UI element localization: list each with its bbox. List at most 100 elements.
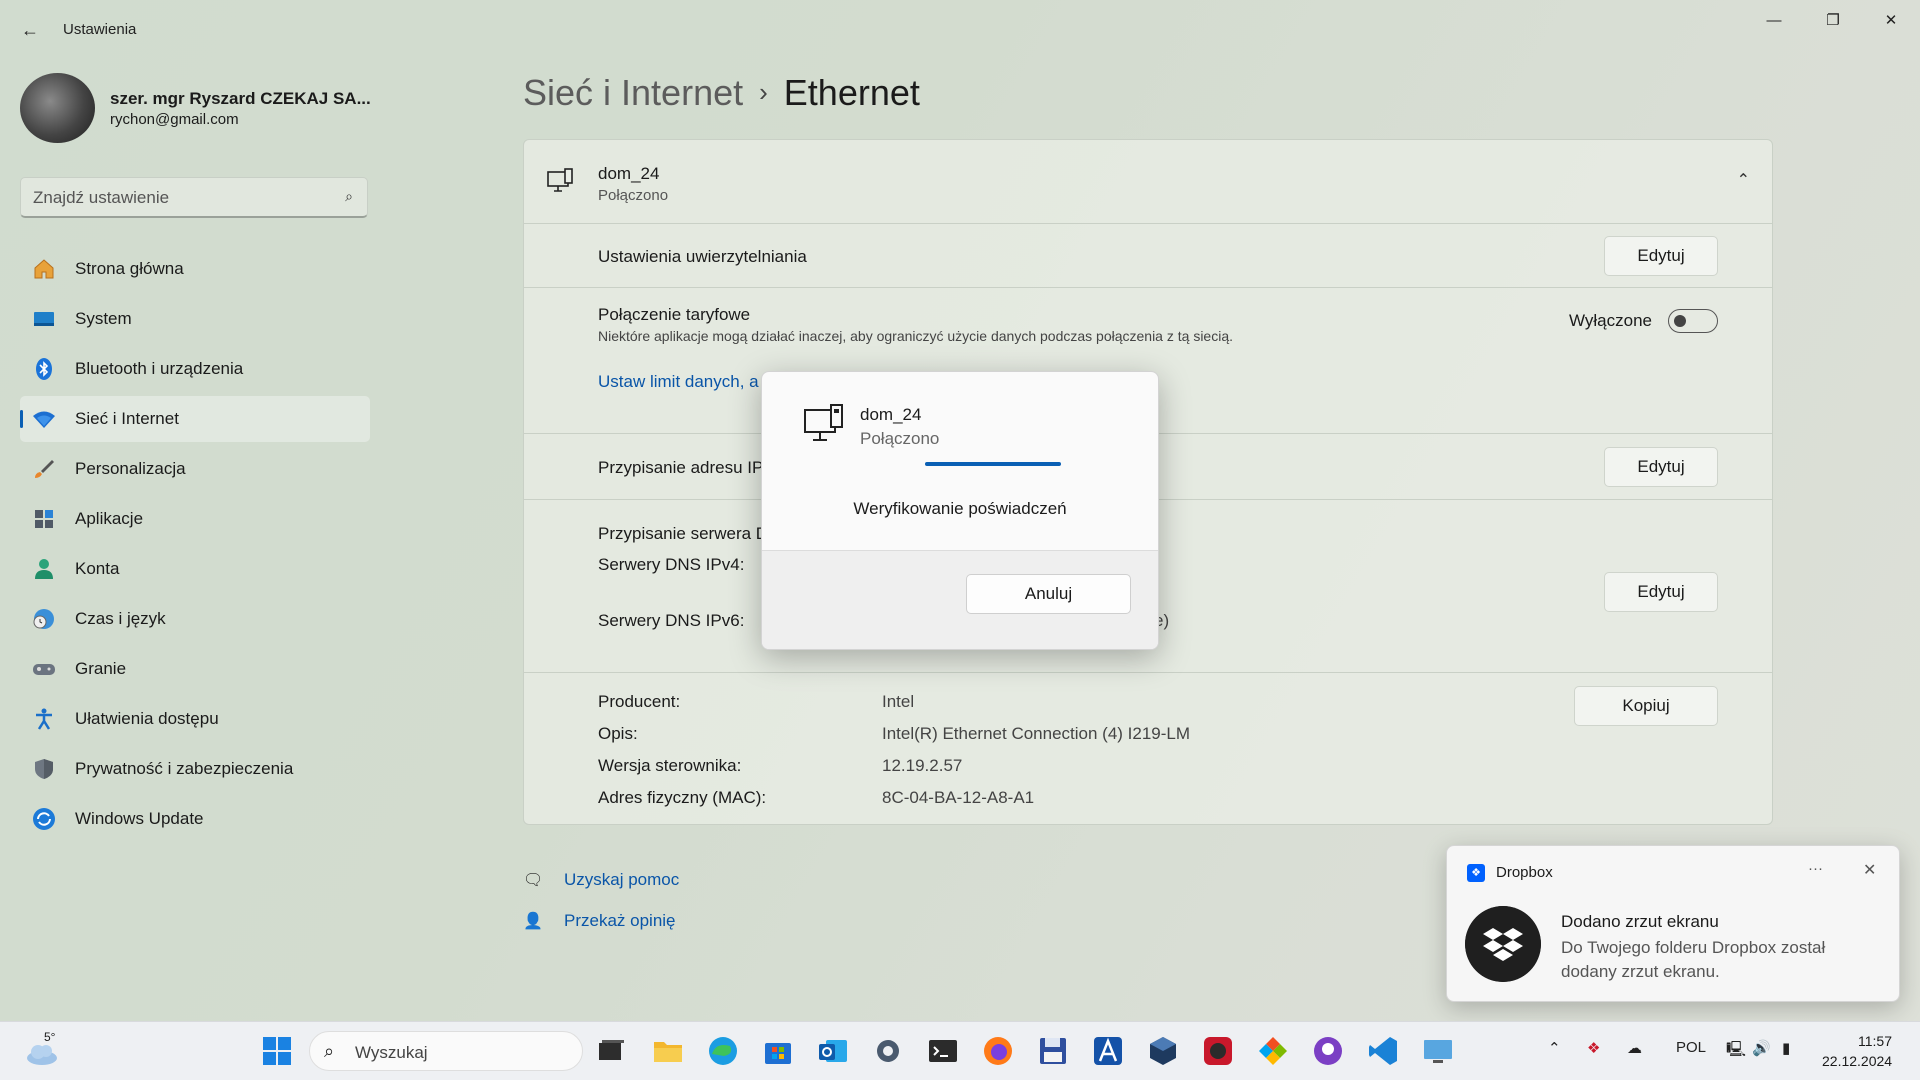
github-icon[interactable] [1311, 1034, 1345, 1068]
sidebar-item-label: Ułatwienia dostępu [75, 709, 219, 728]
sidebar-item-time-language[interactable]: Czas i język [20, 596, 370, 642]
save-app-icon[interactable] [1036, 1034, 1070, 1068]
outlook-icon[interactable] [816, 1034, 850, 1068]
clock-time[interactable]: 11:57 [1858, 1033, 1892, 1049]
task-view-icon[interactable] [593, 1034, 627, 1068]
user-name: szer. mgr Ryszard CZEKAJ SA... [110, 89, 371, 108]
feedback-icon: 👤 [523, 913, 543, 930]
app-gems-icon[interactable] [1256, 1034, 1290, 1068]
sidebar-item-label: Prywatność i zabezpieczenia [75, 759, 294, 778]
battery-icon[interactable]: ▮ [1782, 1039, 1790, 1057]
network-wired-icon[interactable]: 🖳 [1726, 1039, 1746, 1064]
sidebar-item-label: Aplikacje [75, 509, 144, 528]
store-icon[interactable] [761, 1034, 795, 1068]
dropbox-icon: ❖ [1467, 864, 1485, 882]
get-help-link[interactable]: Uzyskaj pomoc [564, 870, 679, 890]
property-label: Producent: [598, 692, 681, 711]
volume-icon[interactable]: 🔊 [1752, 1039, 1771, 1057]
start-icon[interactable] [260, 1034, 294, 1068]
settings-icon[interactable] [871, 1034, 905, 1068]
sidebar-item-bluetooth[interactable]: Bluetooth i urządzenia [20, 346, 370, 392]
sidebar-item-gaming[interactable]: Granie [20, 646, 370, 692]
dropbox-notification[interactable]: ❖ Dropbox ··· ✕ Dodano zrzut ekranu Do T… [1446, 845, 1900, 1002]
close-icon[interactable]: ✕ [1863, 860, 1876, 880]
minimize-button[interactable]: — [1751, 6, 1797, 36]
sidebar-item-windows-update[interactable]: Windows Update [20, 796, 370, 842]
sidebar-item-label: Sieć i Internet [75, 409, 179, 428]
sidebar-item-accessibility[interactable]: Ułatwienia dostępu [20, 696, 370, 742]
tray-onedrive-icon[interactable]: ☁ [1627, 1039, 1642, 1057]
property-label: Opis: [598, 724, 638, 743]
sidebar-item-label: Strona główna [75, 259, 184, 278]
accessibility-icon [36, 708, 52, 730]
terminal-icon[interactable] [926, 1034, 960, 1068]
ethernet-icon [804, 404, 843, 441]
back-arrow-icon[interactable]: ← [18, 18, 42, 42]
sidebar-item-system[interactable]: System [20, 296, 370, 342]
sidebar-nav: Strona główna System Bluetooth i urządze… [20, 246, 370, 846]
home-icon [34, 259, 54, 279]
user-email: rychon@gmail.com [110, 111, 239, 128]
page-title: Ethernet [783, 72, 920, 113]
edge-icon[interactable] [706, 1034, 740, 1068]
help-chat-icon: 🗨 [523, 872, 544, 889]
more-options-icon[interactable]: ··· [1808, 860, 1823, 877]
ip-assignment-label: Przypisanie adresu IP [598, 458, 764, 477]
ip-edit-button[interactable]: Edytuj [1604, 447, 1718, 487]
maximize-button[interactable]: ❐ [1810, 6, 1856, 36]
data-limit-link[interactable]: Ustaw limit danych, a [598, 372, 759, 392]
dialog-message: Weryfikowanie poświadczeń [853, 499, 1067, 518]
cancel-button[interactable]: Anuluj [966, 574, 1131, 614]
network-status: Połączono [598, 187, 669, 204]
app-a-icon[interactable] [1091, 1034, 1125, 1068]
clock-date[interactable]: 22.12.2024 [1822, 1053, 1892, 1069]
auth-edit-button[interactable]: Edytuj [1604, 236, 1718, 276]
search-icon: ⌕ [345, 188, 353, 204]
file-explorer-icon[interactable] [651, 1034, 685, 1068]
tray-overflow-chevron-icon[interactable]: ⌃ [1548, 1039, 1561, 1057]
search-input[interactable] [33, 186, 333, 210]
sidebar-item-label: System [75, 309, 132, 328]
metered-description: Niektóre aplikacje mogą działać inaczej,… [598, 328, 1233, 344]
sidebar-item-label: Windows Update [75, 809, 204, 828]
sidebar-item-label: Konta [75, 559, 120, 578]
sidebar-item-label: Czas i język [75, 609, 166, 628]
feedback-link[interactable]: Przekaż opinię [564, 911, 676, 931]
property-value: 12.19.2.57 [882, 756, 963, 775]
sidebar-item-apps[interactable]: Aplikacje [20, 496, 370, 542]
clock-globe-icon [33, 609, 54, 629]
language-indicator[interactable]: POL [1676, 1039, 1706, 1056]
network-header[interactable]: dom_24 Połączono ⌃ [524, 140, 1772, 224]
sidebar-item-accounts[interactable]: Konta [20, 546, 370, 592]
sidebar-item-privacy[interactable]: Prywatność i zabezpieczenia [20, 746, 370, 792]
tray-app-icon[interactable]: ❖ [1587, 1039, 1600, 1057]
virtualbox-icon[interactable] [1146, 1034, 1180, 1068]
avatar [20, 73, 95, 143]
account-icon [35, 559, 53, 579]
vscode-icon[interactable] [1366, 1034, 1400, 1068]
app-red-icon[interactable] [1201, 1034, 1235, 1068]
sidebar-item-label: Personalizacja [75, 459, 186, 478]
sidebar-item-personalization[interactable]: Personalizacja [20, 446, 370, 492]
close-button[interactable]: ✕ [1868, 6, 1914, 36]
taskbar-search[interactable]: ⌕ Wyszukaj [309, 1031, 583, 1071]
property-value: Intel [882, 692, 915, 711]
wifi-icon [33, 411, 55, 428]
sidebar-item-network[interactable]: Sieć i Internet [20, 396, 370, 442]
sidebar-item-label: Granie [75, 659, 127, 678]
sidebar-item-home[interactable]: Strona główna [20, 246, 370, 292]
breadcrumb-parent[interactable]: Sieć i Internet [523, 72, 743, 113]
dns-edit-button[interactable]: Edytuj [1604, 572, 1718, 612]
breadcrumb: Sieć i Internet › Ethernet [523, 72, 920, 114]
progress-bar [925, 462, 1061, 466]
copy-button[interactable]: Kopiuj [1574, 686, 1718, 726]
firefox-icon[interactable] [981, 1034, 1015, 1068]
chevron-up-icon[interactable]: ⌃ [1737, 170, 1750, 190]
auth-settings-label: Ustawienia uwierzytelniania [598, 247, 807, 266]
settings-search[interactable]: ⌕ [20, 177, 368, 218]
remote-desktop-icon[interactable] [1421, 1034, 1455, 1068]
apps-icon [35, 510, 53, 528]
metered-toggle[interactable] [1668, 309, 1718, 333]
metered-state: Wyłączone [1569, 311, 1652, 330]
title-bar: ← Ustawienia — ❐ ✕ [0, 0, 1920, 60]
